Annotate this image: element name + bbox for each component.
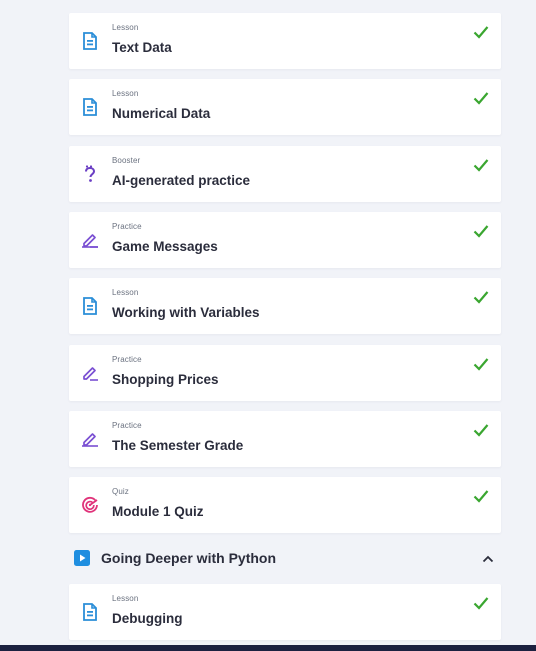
pencil-icon [81,364,99,382]
checkmark-icon [473,158,489,172]
section-header[interactable]: Going Deeper with Python [69,543,501,573]
item-type-label: Practice [112,222,142,231]
item-title: Module 1 Quiz [112,504,204,519]
checkmark-icon [473,25,489,39]
lesson-item[interactable]: Lesson Working with Variables [69,278,501,334]
section-title: Going Deeper with Python [101,550,277,566]
lesson-item[interactable]: Lesson Debugging [69,584,501,640]
checkmark-icon [473,290,489,304]
checkmark-icon [473,357,489,371]
item-title: The Semester Grade [112,438,244,453]
item-type-label: Lesson [112,89,139,98]
practice-item[interactable]: Practice Shopping Prices [69,345,501,401]
pencil-icon [81,231,99,249]
item-type-label: Practice [112,355,142,364]
lesson-doc-icon [81,98,99,116]
item-type-label: Quiz [112,487,129,496]
lesson-item[interactable]: Lesson Text Data [69,13,501,69]
item-title: Working with Variables [112,305,260,320]
item-title: Numerical Data [112,106,211,121]
item-title: Shopping Prices [112,372,219,387]
practice-item[interactable]: Practice Game Messages [69,212,501,268]
course-outline: Lesson Text Data Lesson Numerical Data B… [0,0,536,651]
item-type-label: Lesson [112,594,139,603]
bottom-bar [0,645,536,651]
item-title: AI-generated practice [112,173,251,188]
checkmark-icon [473,423,489,437]
item-type-label: Lesson [112,23,139,32]
quiz-item[interactable]: Quiz Module 1 Quiz [69,477,501,533]
checkmark-icon [473,91,489,105]
lesson-doc-icon [81,297,99,315]
pencil-icon [81,430,99,448]
chevron-up-icon[interactable] [481,552,495,566]
practice-item[interactable]: Practice The Semester Grade [69,411,501,467]
item-type-label: Lesson [112,288,139,297]
question-mark-icon [81,165,99,183]
checkmark-icon [473,224,489,238]
target-icon [81,496,99,514]
item-title: Debugging [112,611,183,626]
item-title: Game Messages [112,239,218,254]
booster-item[interactable]: Booster AI-generated practice [69,146,501,202]
item-type-label: Booster [112,156,141,165]
lesson-doc-icon [81,32,99,50]
lesson-item[interactable]: Lesson Numerical Data [69,79,501,135]
item-type-label: Practice [112,421,142,430]
checkmark-icon [473,489,489,503]
checkmark-icon [473,596,489,610]
lesson-doc-icon [81,603,99,621]
item-title: Text Data [112,40,172,55]
play-icon [74,550,90,566]
